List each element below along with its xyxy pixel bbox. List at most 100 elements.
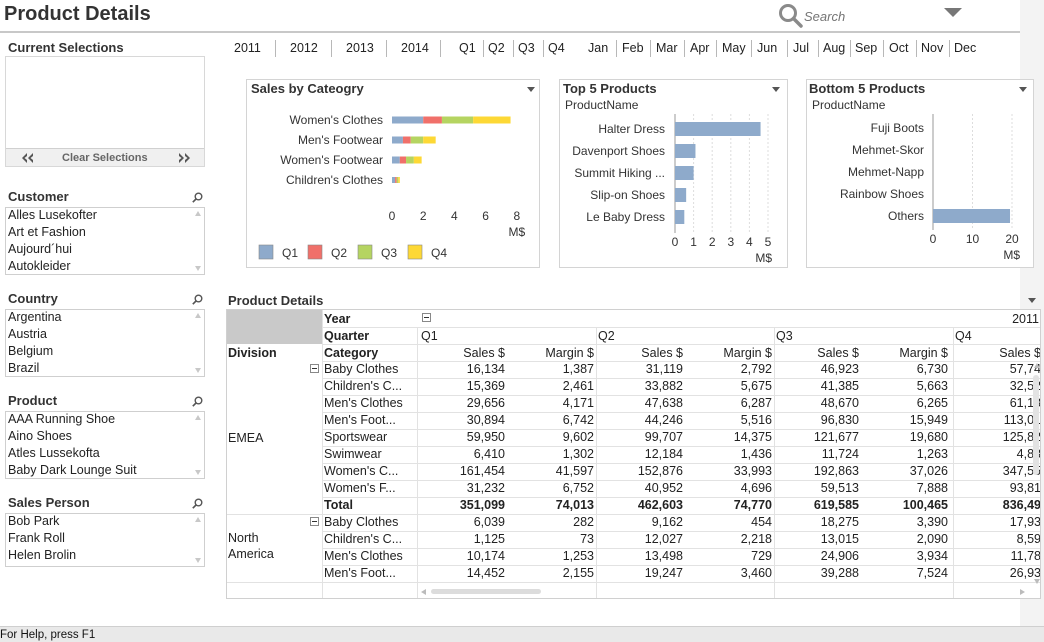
scrollbar[interactable] [194,413,203,477]
search-input[interactable] [802,6,952,26]
filter-list-sales-person[interactable]: Bob Park Frank Roll Helen Brolin [5,513,205,567]
list-item[interactable]: Aino Shoes [8,429,72,443]
month-jul[interactable]: Jul [793,41,809,55]
search-icon[interactable] [192,396,203,407]
bar[interactable] [675,210,685,224]
bar[interactable] [675,144,696,158]
bar-segment-q1[interactable] [392,156,400,164]
clear-selections-button[interactable]: Clear Selections [62,152,148,164]
table-cell: 12,184 [644,447,683,461]
bar[interactable] [675,188,687,202]
search-icon[interactable] [192,498,203,509]
scroll-thumb[interactable] [1033,375,1039,475]
collapse-icon[interactable] [422,313,431,322]
month-jan[interactable]: Jan [588,41,608,55]
next-selection-icon[interactable] [178,153,190,163]
bar-segment-q1[interactable] [392,136,403,144]
scrollbar[interactable] [194,515,203,565]
search-icon[interactable] [192,294,203,305]
search-box[interactable] [778,2,1018,29]
scroll-up-icon[interactable] [195,415,201,420]
previous-selection-icon[interactable] [22,153,34,163]
month-dec[interactable]: Dec [954,41,976,55]
month-aug[interactable]: Aug [823,41,845,55]
scroll-left-icon[interactable] [421,589,426,595]
scroll-up-icon[interactable] [195,211,201,216]
list-item[interactable]: Autokleider [8,259,71,273]
list-item[interactable]: Argentina [8,310,62,324]
list-item[interactable]: Helen Brolin [8,548,76,562]
filter-list-product[interactable]: AAA Running Shoe Aino Shoes Atles Lussekof… [5,411,205,479]
bar-segment-q4[interactable] [423,136,436,144]
month-mar[interactable]: Mar [656,41,678,55]
table-menu-icon[interactable] [1028,298,1036,303]
month-oct[interactable]: Oct [889,41,908,55]
year-2013[interactable]: 2013 [346,41,374,55]
vertical-scrollbar[interactable] [1031,361,1040,586]
filter-list-country[interactable]: Argentina Austria Belgium Brazil [5,309,205,377]
chart-menu-icon[interactable] [772,87,780,92]
month-jun[interactable]: Jun [757,41,777,55]
list-item[interactable]: Austria [8,327,47,341]
scroll-down-icon[interactable] [195,470,201,475]
bar-segment-q4[interactable] [398,177,400,183]
bar-segment-q4[interactable] [413,156,422,164]
collapse-icon[interactable] [310,364,319,373]
list-item[interactable]: Atles Lussekofta [8,446,100,460]
quarter-q1[interactable]: Q1 [459,41,476,55]
list-item[interactable]: Belgium [8,344,53,358]
chart-menu-icon[interactable] [1019,87,1027,92]
month-nov[interactable]: Nov [921,41,943,55]
scrollbar[interactable] [194,311,203,375]
bar-segment-q1[interactable] [392,116,424,124]
month-apr[interactable]: Apr [690,41,709,55]
list-item[interactable]: Brazil [8,361,39,375]
scroll-down-icon[interactable] [195,266,201,271]
bar[interactable] [933,209,1011,223]
scroll-down-icon[interactable] [195,558,201,563]
list-item[interactable]: Aujourd´hui [8,242,72,256]
year-2014[interactable]: 2014 [401,41,429,55]
list-item[interactable]: Frank Roll [8,531,65,545]
chart-menu-icon[interactable] [527,87,535,92]
year-2011[interactable]: 2011 [234,41,261,55]
bar-segment-q2[interactable] [395,177,397,183]
list-item[interactable]: Alles Lusekofter [8,208,97,222]
month-may[interactable]: May [722,41,746,55]
bar-segment-q1[interactable] [392,177,396,183]
month-sep[interactable]: Sep [855,41,877,55]
month-feb[interactable]: Feb [622,41,644,55]
filter-list-customer[interactable]: Alles Lusekofter Art et Fashion Aujourd´hu… [5,207,205,275]
bar[interactable] [675,122,761,136]
scroll-right-icon[interactable] [1020,589,1025,595]
scroll-up-icon[interactable] [1034,363,1040,368]
bar-segment-q3[interactable] [410,136,424,144]
scroll-thumb[interactable] [431,589,541,594]
search-icon[interactable] [192,192,203,203]
bar-segment-q2[interactable] [402,136,411,144]
quarter-q4[interactable]: Q4 [548,41,565,55]
scroll-up-icon[interactable] [195,313,201,318]
list-item[interactable]: Baby Dark Lounge Suit [8,463,137,477]
scroll-up-icon[interactable] [195,517,201,522]
search-dropdown-icon[interactable] [944,8,962,17]
bar-segment-q4[interactable] [473,116,511,124]
list-item[interactable]: Bob Park [8,514,59,528]
quarter-q3[interactable]: Q3 [518,41,535,55]
bar-segment-q2[interactable] [423,116,442,124]
collapse-icon[interactable] [310,517,319,526]
list-item[interactable]: AAA Running Shoe [8,412,115,426]
bar-segment-q2[interactable] [399,156,407,164]
quarter-q2[interactable]: Q2 [488,41,505,55]
scroll-down-icon[interactable] [1034,579,1040,584]
scrollbar[interactable] [194,209,203,273]
bar-segment-q3[interactable] [406,156,414,164]
list-item[interactable]: Art et Fashion [8,225,86,239]
search-icon[interactable] [778,3,804,29]
bar[interactable] [675,166,694,180]
horizontal-scrollbar[interactable] [417,586,1029,598]
year-2012[interactable]: 2012 [290,41,318,55]
bar-segment-q3[interactable] [441,116,474,124]
scroll-down-icon[interactable] [195,368,201,373]
bar-segment-q3[interactable] [396,177,399,183]
